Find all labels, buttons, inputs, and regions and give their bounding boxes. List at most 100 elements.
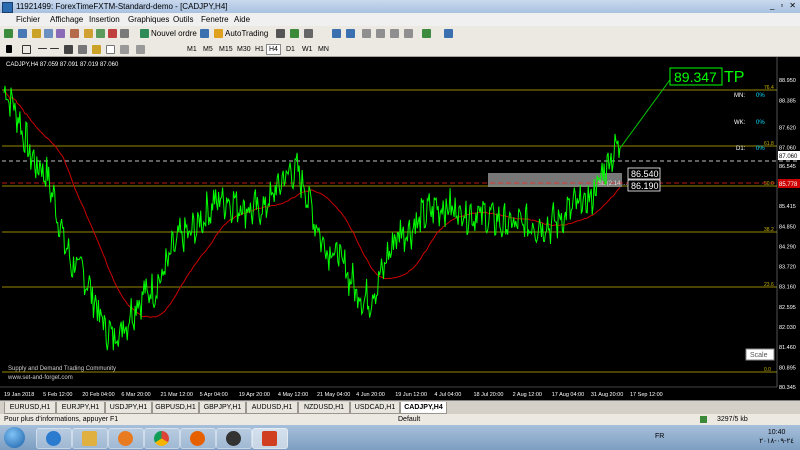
- zoom-out-icon[interactable]: [346, 29, 355, 38]
- auto-scroll-icon[interactable]: [390, 29, 399, 38]
- chart-shift-icon[interactable]: [376, 29, 385, 38]
- autotrading-icon[interactable]: [214, 29, 223, 38]
- tab-eurusd[interactable]: EURUSD,H1: [4, 402, 56, 414]
- menu-outils[interactable]: Outils: [173, 14, 193, 25]
- tab-audusd[interactable]: AUDUSD,H1: [246, 402, 298, 414]
- app-icon: [2, 2, 13, 13]
- close-button[interactable]: ✕: [789, 1, 796, 10]
- cursor-icon[interactable]: [6, 45, 12, 53]
- indicators-icon[interactable]: [404, 29, 413, 38]
- data-window-icon[interactable]: [44, 29, 53, 38]
- tile-windows-icon[interactable]: [362, 29, 371, 38]
- zoom-in-icon[interactable]: [332, 29, 341, 38]
- tp-text: TP: [724, 69, 744, 86]
- price-tick-label: 82.595: [779, 305, 796, 311]
- crosshair-icon[interactable]: [22, 45, 31, 54]
- minimize-button[interactable]: _: [770, 1, 774, 10]
- language-indicator[interactable]: FR: [655, 433, 664, 440]
- new-order-icon[interactable]: [140, 29, 149, 38]
- timeframe-m5[interactable]: M5: [200, 44, 216, 55]
- bar-chart-icon[interactable]: [276, 29, 285, 38]
- pivot-mn-value: 0%: [756, 93, 765, 99]
- timeframe-m30[interactable]: M30: [234, 44, 254, 55]
- menu-graphiques[interactable]: Graphiques: [128, 14, 169, 25]
- chrome-icon: [154, 431, 169, 446]
- metaeditor-icon[interactable]: [200, 29, 209, 38]
- price-axis: 88.95088.38587.62087.06086.54585.98585.4…: [779, 78, 796, 391]
- menu-insertion[interactable]: Insertion: [89, 14, 120, 25]
- taskbar-explorer[interactable]: [72, 428, 108, 449]
- clock[interactable]: 10:40 ۲۰۱۸-۰۹-۲٤: [759, 428, 794, 446]
- channel-icon[interactable]: [78, 45, 87, 54]
- more-tools-icon[interactable]: [136, 45, 145, 54]
- chart-window[interactable]: 76.4 61.8 50.0 38.2 23.6 0.0 89.347 TP 86.540…: [0, 57, 800, 400]
- profiles-icon[interactable]: [18, 29, 27, 38]
- folder-icon: [82, 431, 97, 446]
- autotrading-button[interactable]: AutoTrading: [225, 29, 268, 39]
- horizontal-line-icon[interactable]: [50, 48, 59, 49]
- menu-affichage[interactable]: Affichage: [50, 14, 83, 25]
- menu-aide[interactable]: Aide: [234, 14, 250, 25]
- tab-gbpusd[interactable]: GBPUSD,H1: [152, 402, 199, 414]
- line-chart-icon[interactable]: [304, 29, 313, 38]
- fib-level-label: 23.6: [764, 282, 774, 288]
- market-watch-icon[interactable]: [32, 29, 41, 38]
- taskbar-ie[interactable]: [36, 428, 72, 449]
- title-bar: 11921499: ForexTimeFXTM-Standard-demo - …: [0, 0, 800, 13]
- history-icon[interactable]: [120, 29, 129, 38]
- time-tick-label: 19 Apr 20:00: [239, 392, 270, 398]
- taskbar-firefox[interactable]: [180, 428, 216, 449]
- os-taskbar: FR 10:40 ۲۰۱۸-۰۹-۲٤: [0, 425, 800, 450]
- start-button[interactable]: [4, 427, 25, 448]
- tab-cadjpy[interactable]: CADJPY,H4: [400, 402, 447, 414]
- tab-eurjpy[interactable]: EURJPY,H1: [56, 402, 105, 414]
- menu-fichier[interactable]: Fichier: [16, 14, 40, 25]
- terminal-icon[interactable]: [70, 29, 79, 38]
- timeframe-m1[interactable]: M1: [184, 44, 200, 55]
- timeframe-m15[interactable]: M15: [216, 44, 236, 55]
- timeframe-h4[interactable]: H4: [266, 44, 281, 55]
- taskbar-app[interactable]: [216, 428, 252, 449]
- fibonacci-icon[interactable]: [92, 45, 101, 54]
- text-tool-icon[interactable]: [106, 45, 115, 54]
- menu-fenetre[interactable]: Fenetre: [201, 14, 229, 25]
- tab-gbpjpy[interactable]: GBPJPY,H1: [199, 402, 246, 414]
- price-tick-label: 82.030: [779, 325, 796, 331]
- navigator-icon[interactable]: [56, 29, 65, 38]
- timeframe-mn[interactable]: MN: [315, 44, 332, 55]
- taskbar-chrome[interactable]: [144, 428, 180, 449]
- vertical-line-icon[interactable]: [38, 48, 47, 49]
- time-tick-label: 18 Jul 20:00: [474, 392, 504, 398]
- tab-usdjpy[interactable]: USDJPY,H1: [105, 402, 152, 414]
- taskbar-media[interactable]: [108, 428, 144, 449]
- clock-time: 10:40: [767, 429, 786, 436]
- templates-icon[interactable]: [444, 29, 453, 38]
- strategy-tester-icon[interactable]: [84, 29, 93, 38]
- current-price-label: 87.060: [779, 154, 798, 160]
- timeframe-d1[interactable]: D1: [283, 44, 298, 55]
- ie-icon: [46, 431, 61, 446]
- window-title: 11921499: ForexTimeFXTM-Standard-demo - …: [16, 2, 228, 11]
- time-tick-label: 4 Jun 20:00: [356, 392, 385, 398]
- price-chart[interactable]: 76.4 61.8 50.0 38.2 23.6 0.0 89.347 TP 86.540…: [0, 57, 800, 400]
- tab-nzdusd[interactable]: NZDUSD,H1: [298, 402, 350, 414]
- metaeditor-icon[interactable]: [96, 29, 105, 38]
- taskbar-metatrader[interactable]: [252, 428, 288, 449]
- restore-button[interactable]: ▫: [780, 1, 783, 10]
- tab-usdcad[interactable]: USDCAD,H1: [350, 402, 400, 414]
- candlestick-icon[interactable]: [290, 29, 299, 38]
- price-tick-label: 84.290: [779, 244, 796, 250]
- trendline-icon[interactable]: [64, 45, 73, 54]
- experts-icon[interactable]: [108, 29, 117, 38]
- timeframe-h1[interactable]: H1: [252, 44, 267, 55]
- new-chart-icon[interactable]: [4, 29, 13, 38]
- zone-high-label: 86.540: [631, 169, 659, 179]
- new-order-button[interactable]: Nouvel ordre: [151, 29, 197, 39]
- watermark-line1: Supply and Demand Trading Community: [8, 366, 116, 372]
- arrows-icon[interactable]: [120, 45, 129, 54]
- timeframe-w1[interactable]: W1: [299, 44, 316, 55]
- price-tick-label: 83.160: [779, 285, 796, 291]
- pivot-wk-label: WK:: [734, 120, 746, 126]
- tp-projection-line: [617, 76, 673, 152]
- periods-icon[interactable]: [422, 29, 431, 38]
